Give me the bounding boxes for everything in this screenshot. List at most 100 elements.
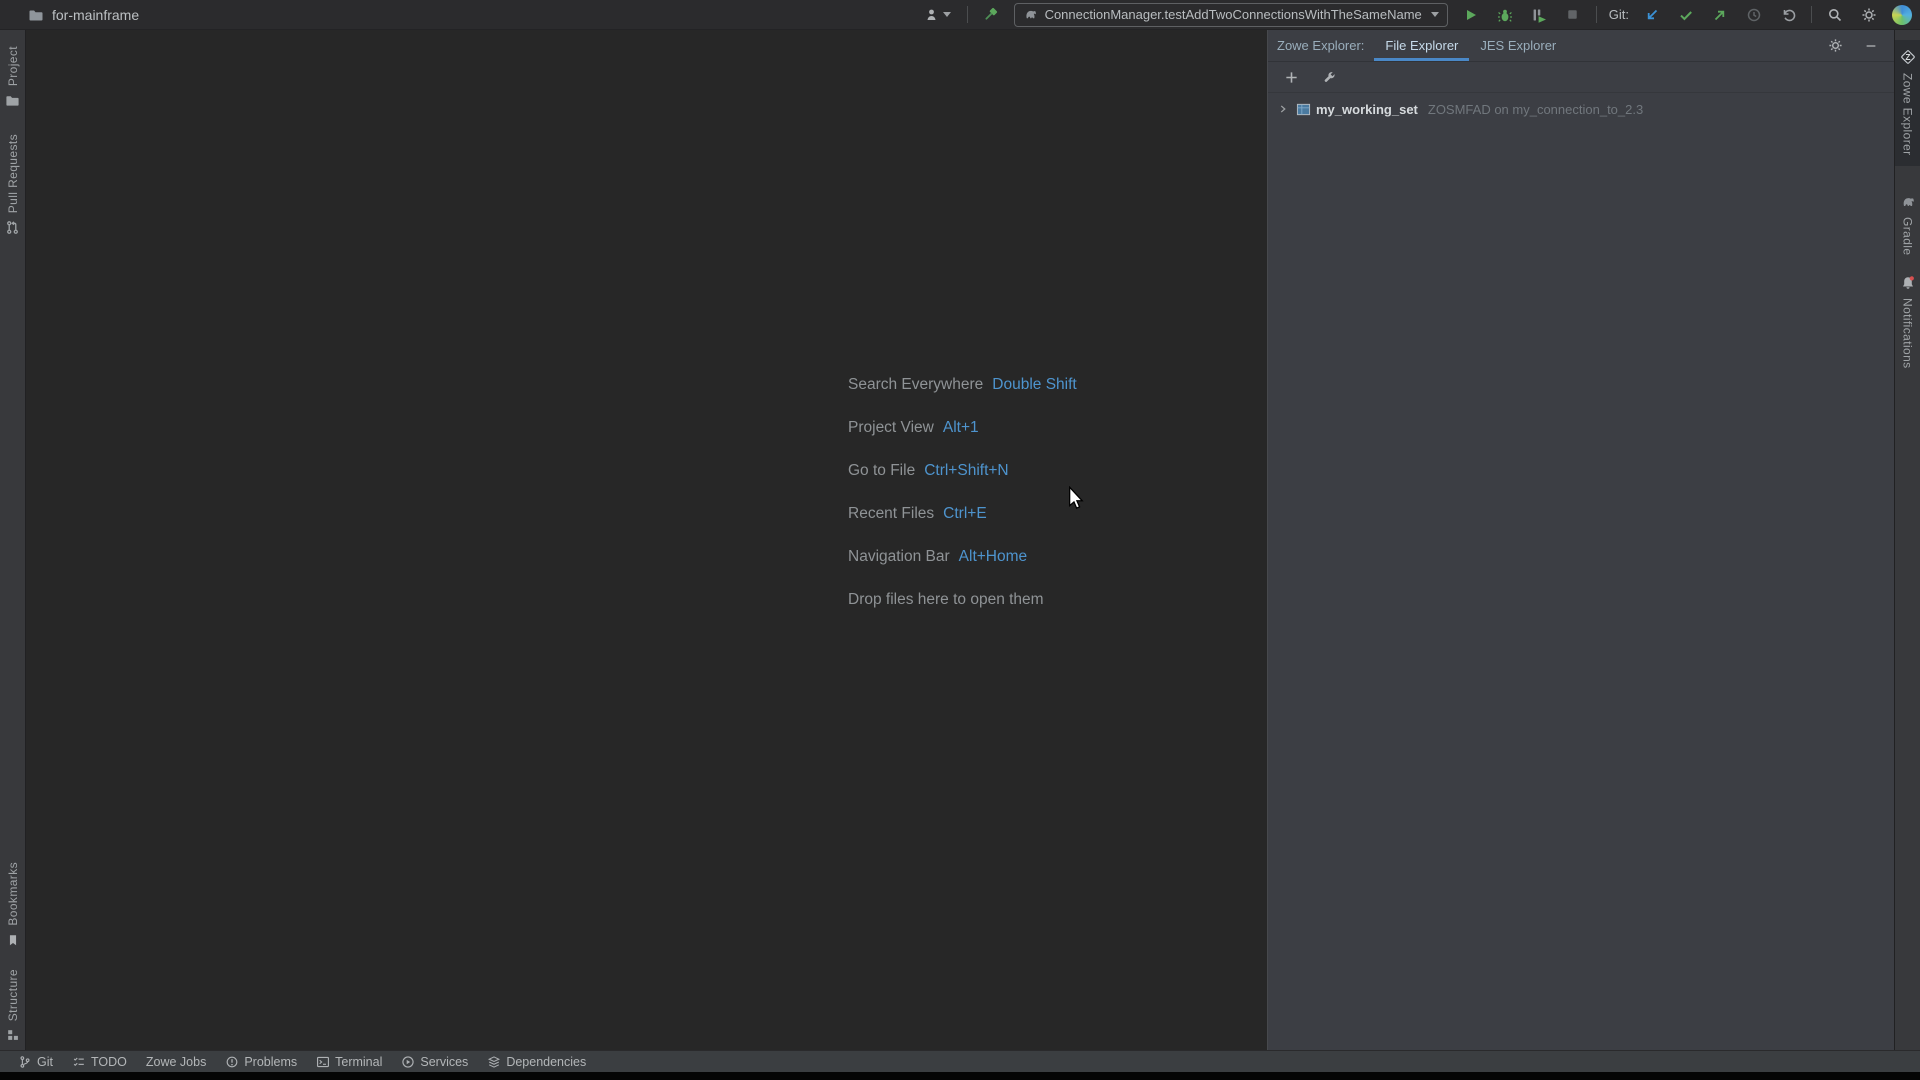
statusbar-item-zowe-jobs[interactable]: Zowe Jobs — [146, 1055, 206, 1069]
run-configuration-value: ConnectionManager.testAddTwoConnectionsW… — [1044, 7, 1422, 22]
terminal-icon — [317, 1056, 330, 1067]
sidebar-item-pull-requests[interactable]: Pull Requests — [0, 130, 27, 239]
sidebar-item-gradle[interactable]: Gradle — [1900, 190, 1916, 259]
hint-shortcut-link[interactable]: Double Shift — [992, 376, 1076, 394]
hint-label: Navigation Bar — [848, 547, 950, 565]
run-configuration-select[interactable]: ConnectionManager.testAddTwoConnectionsW… — [1013, 2, 1448, 27]
wrench-icon — [1324, 71, 1335, 82]
statusbar-label: Services — [420, 1054, 469, 1069]
panel-minimize-button[interactable] — [1860, 35, 1882, 57]
user-avatar[interactable] — [1892, 4, 1912, 25]
hint-label: Go to File — [848, 461, 916, 479]
stop-button[interactable] — [1562, 4, 1584, 26]
tree-expand-button[interactable] — [1275, 101, 1291, 117]
clock-icon — [1747, 8, 1761, 21]
working-set-icon — [1296, 103, 1311, 115]
plus-icon — [1285, 71, 1297, 83]
working-set-detail: ZOSMFAD on my_connection_to_2.3 — [1427, 101, 1644, 117]
history-button[interactable] — [1743, 4, 1765, 26]
debug-button[interactable] — [1494, 4, 1516, 26]
statusbar-label: Terminal — [335, 1054, 383, 1069]
hint-row: Recent Files Ctrl+E — [848, 492, 1077, 535]
stop-icon — [1568, 10, 1577, 19]
toolbar-separator — [1811, 6, 1812, 23]
gear-icon — [1828, 39, 1842, 52]
build-project-button[interactable] — [980, 4, 1002, 26]
rollback-button[interactable] — [1777, 4, 1799, 26]
git-update-project-button[interactable] — [1641, 4, 1663, 26]
statusbar-label: Git — [37, 1054, 53, 1069]
git-push-button[interactable] — [1709, 4, 1731, 26]
services-icon — [402, 1055, 415, 1068]
ide-window: for-mainframe ConnectionManager.testAddT… — [0, 0, 1920, 1080]
tab-file-explorer[interactable]: File Explorer — [1374, 30, 1470, 61]
status-bar: Git TODO Zowe Jobs Problems Terminal Ser… — [0, 1050, 1920, 1072]
gear-icon — [1862, 8, 1876, 21]
statusbar-item-todo[interactable]: TODO — [72, 1055, 127, 1069]
gradle-icon — [1903, 197, 1914, 206]
search-everywhere-button[interactable] — [1824, 4, 1846, 26]
coverage-icon — [1533, 9, 1546, 23]
zowe-explorer-label: Zowe Explorer — [1900, 73, 1915, 156]
hint-shortcut-link[interactable]: Alt+1 — [943, 419, 979, 437]
push-arrow-icon — [1714, 10, 1725, 20]
add-working-set-button[interactable] — [1280, 66, 1302, 88]
hint-row: Go to File Ctrl+Shift+N — [848, 449, 1077, 492]
update-arrow-icon — [1647, 9, 1658, 19]
structure-icon — [7, 1030, 18, 1040]
sidebar-item-project[interactable]: Project — [5, 42, 20, 112]
settings-button[interactable] — [1858, 4, 1880, 26]
minimize-icon — [1866, 44, 1876, 47]
bookmarks-label: Bookmarks — [5, 862, 20, 926]
hint-shortcut-link[interactable]: Ctrl+E — [943, 505, 987, 523]
project-folder-icon — [28, 7, 44, 23]
hint-row: Search Everywhere Double Shift — [848, 363, 1077, 406]
toolbar-separator — [966, 6, 968, 23]
statusbar-item-services[interactable]: Services — [401, 1055, 468, 1069]
statusbar-item-terminal[interactable]: Terminal — [316, 1055, 382, 1069]
todo-list-icon — [73, 1057, 84, 1066]
code-with-me-users-button[interactable] — [921, 4, 955, 26]
pull-requests-label: Pull Requests — [5, 134, 20, 214]
hint-row: Drop files here to open them — [848, 578, 1077, 621]
statusbar-item-dependencies[interactable]: Dependencies — [487, 1055, 586, 1069]
git-commit-button[interactable] — [1675, 4, 1697, 26]
panel-title: Zowe Explorer: — [1277, 38, 1365, 53]
toolbar-separator — [1595, 6, 1597, 23]
chevron-down-icon — [942, 12, 951, 17]
tree-row-working-set[interactable]: my_working_set ZOSMFAD on my_connection_… — [1268, 97, 1894, 121]
bookmark-icon — [9, 934, 16, 945]
sidebar-item-zowe-explorer[interactable]: Z Zowe Explorer — [1894, 40, 1920, 166]
rollback-undo-icon — [1783, 9, 1796, 21]
statusbar-label: TODO — [90, 1054, 127, 1069]
screen-bottom-band — [0, 1072, 1920, 1080]
hint-shortcut-link[interactable]: Ctrl+Shift+N — [924, 462, 1008, 480]
editor-area — [26, 30, 1267, 1050]
commit-check-icon — [1680, 10, 1692, 20]
zowe-icon: Z — [1900, 50, 1915, 64]
git-label: Git: — [1608, 7, 1629, 22]
project-name: for-mainframe — [52, 6, 140, 23]
sidebar-item-notifications[interactable]: Notifications — [1900, 271, 1916, 373]
statusbar-label: Zowe Jobs — [145, 1054, 207, 1069]
panel-settings-button[interactable] — [1824, 35, 1846, 57]
editor-empty-hints: Search Everywhere Double Shift Project V… — [848, 363, 1077, 621]
hint-row: Project View Alt+1 — [848, 406, 1077, 449]
sidebar-item-structure[interactable]: Structure — [6, 965, 20, 1046]
sidebar-item-bookmarks[interactable]: Bookmarks — [6, 858, 20, 951]
run-button[interactable] — [1460, 4, 1482, 26]
structure-label: Structure — [5, 968, 20, 1021]
tab-jes-explorer[interactable]: JES Explorer — [1469, 30, 1567, 61]
hint-label: Project View — [848, 418, 934, 436]
notifications-label: Notifications — [1900, 297, 1915, 369]
hint-row: Navigation Bar Alt+Home — [848, 535, 1077, 578]
panel-tools-button[interactable] — [1318, 66, 1340, 88]
notifications-bell-icon — [1900, 275, 1916, 291]
left-tool-stripe: Project Pull Requests Bookmarks Structur… — [0, 30, 26, 1050]
run-with-coverage-button[interactable] — [1528, 4, 1550, 26]
statusbar-item-git[interactable]: Git — [18, 1055, 53, 1069]
hint-shortcut-link[interactable]: Alt+Home — [959, 548, 1028, 566]
panel-toolbar — [1268, 62, 1894, 93]
statusbar-item-problems[interactable]: Problems — [225, 1055, 297, 1069]
statusbar-label: Problems — [244, 1054, 298, 1069]
